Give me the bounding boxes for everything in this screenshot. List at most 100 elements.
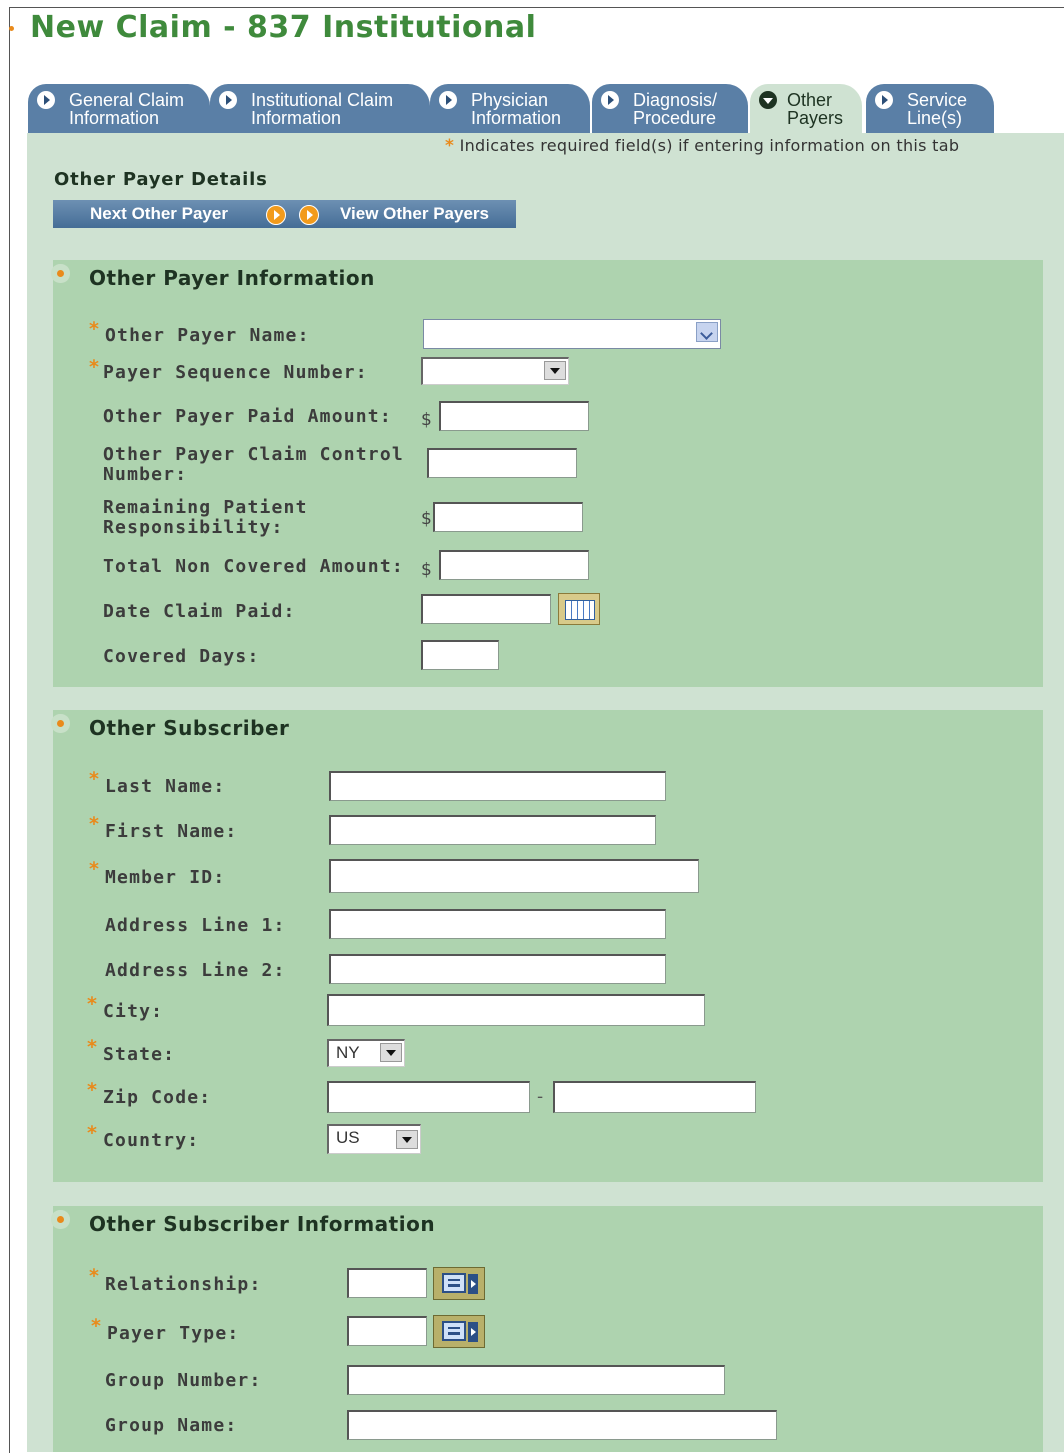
section-bullet-icon (57, 720, 64, 727)
calendar-icon[interactable] (558, 593, 600, 625)
tab-institutional-claim[interactable]: Institutional Claim Information (210, 84, 430, 133)
section-heading-other-payer-details: Other Payer Details (54, 169, 268, 190)
tab-bar: General Claim Information Institutional … (24, 84, 1064, 134)
other-payer-paid-amount-label: Other Payer Paid Amount: (103, 406, 392, 427)
section-other-payer-information: Other Payer Information * Other Payer Na… (53, 260, 1043, 687)
member-id-label: Member ID: (105, 867, 226, 888)
arrow-circle-icon (439, 91, 457, 109)
view-other-payers-button[interactable]: View Other Payers (340, 204, 489, 224)
payer-sequence-number-label: Payer Sequence Number: (103, 362, 368, 383)
other-payer-name-select[interactable] (423, 319, 721, 349)
remaining-patient-responsibility-label: Remaining Patient Responsibility: (103, 497, 308, 538)
zip-code-label: Zip Code: (103, 1087, 212, 1108)
city-label: City: (103, 1001, 164, 1022)
other-payer-paid-amount-input[interactable] (439, 401, 589, 431)
arrow-circle-icon (37, 91, 55, 109)
lookup-icon[interactable] (433, 1267, 485, 1300)
dropdown-arrow-icon (380, 1043, 402, 1062)
required-star: * (89, 356, 99, 378)
section-title: Other Subscriber (89, 716, 290, 740)
required-star: * (89, 318, 99, 340)
group-number-input[interactable] (347, 1365, 725, 1395)
other-payer-claim-control-number-label: Other Payer Claim Control Number: (103, 444, 404, 485)
next-other-payer-button[interactable]: Next Other Payer (90, 204, 228, 224)
section-title: Other Subscriber Information (89, 1212, 436, 1236)
tab-other-payers[interactable]: Other Payers (750, 84, 862, 133)
currency-symbol: $ (421, 410, 432, 430)
arrow-circle-icon[interactable] (299, 205, 319, 225)
member-id-input[interactable] (329, 859, 699, 893)
arrow-circle-icon (219, 91, 237, 109)
payer-type-label: Payer Type: (107, 1323, 240, 1344)
section-title: Other Payer Information (89, 266, 375, 290)
required-star: * (89, 813, 99, 835)
chevron-down-icon (696, 322, 718, 342)
remaining-patient-responsibility-input[interactable] (433, 502, 583, 532)
tab-label: Other Payers (787, 90, 844, 128)
state-select[interactable]: NY (327, 1039, 405, 1067)
country-select[interactable]: US (327, 1124, 421, 1154)
tab-label: General Claim Information (69, 90, 185, 128)
arrow-circle-icon (875, 91, 893, 109)
dropdown-arrow-icon (396, 1130, 418, 1149)
currency-symbol: $ (421, 509, 432, 529)
required-star: * (87, 1079, 97, 1101)
payer-navigation-bar: Next Other Payer View Other Payers (53, 200, 516, 228)
zip-extension-input[interactable] (553, 1081, 756, 1113)
other-payer-claim-control-number-input[interactable] (427, 448, 577, 478)
payer-type-input[interactable] (347, 1316, 427, 1346)
arrow-circle-icon (601, 91, 619, 109)
dropdown-arrow-icon (544, 361, 566, 380)
covered-days-input[interactable] (421, 640, 499, 670)
city-input[interactable] (327, 994, 705, 1026)
arrow-circle-icon[interactable] (266, 205, 286, 225)
section-other-subscriber-information: Other Subscriber Information * Relations… (53, 1206, 1043, 1452)
tab-general-claim[interactable]: General Claim Information (28, 84, 210, 133)
tab-label: Physician Information (471, 90, 562, 128)
group-name-input[interactable] (347, 1410, 777, 1440)
required-star: * (87, 1122, 97, 1144)
tab-label: Diagnosis/ Procedure (633, 90, 718, 128)
required-note: * Indicates required field(s) if enterin… (445, 136, 959, 156)
zip-separator: - (537, 1087, 544, 1107)
required-star: * (87, 993, 97, 1015)
required-star: * (89, 768, 99, 790)
tab-physician[interactable]: Physician Information (430, 84, 590, 133)
address-line-2-input[interactable] (329, 954, 666, 984)
required-note-text: Indicates required field(s) if entering … (459, 136, 960, 155)
tab-service-lines[interactable]: Service Line(s) (866, 84, 994, 133)
date-claim-paid-input[interactable] (421, 594, 551, 624)
section-bullet-icon (57, 270, 64, 277)
page-title: New Claim - 837 Institutional (30, 10, 537, 45)
first-name-input[interactable] (329, 815, 656, 845)
total-non-covered-amount-input[interactable] (439, 550, 589, 580)
total-non-covered-amount-label: Total Non Covered Amount: (103, 556, 404, 577)
required-star: * (89, 1265, 99, 1287)
required-star: * (87, 1036, 97, 1058)
tab-label: Institutional Claim Information (251, 90, 394, 128)
required-star: * (91, 1315, 101, 1337)
zip-code-input[interactable] (327, 1081, 530, 1113)
country-label: Country: (103, 1130, 200, 1151)
address-line-2-label: Address Line 2: (105, 960, 286, 981)
currency-symbol: $ (421, 560, 432, 580)
other-payer-name-label: Other Payer Name: (105, 325, 310, 346)
arrow-down-circle-icon (759, 91, 777, 109)
relationship-input[interactable] (347, 1268, 427, 1298)
tab-diagnosis-procedure[interactable]: Diagnosis/ Procedure (592, 84, 748, 133)
last-name-input[interactable] (329, 771, 666, 801)
country-value: US (336, 1128, 360, 1147)
address-line-1-input[interactable] (329, 909, 666, 939)
address-line-1-label: Address Line 1: (105, 915, 286, 936)
lookup-icon[interactable] (433, 1315, 485, 1348)
payer-sequence-number-select[interactable] (421, 357, 569, 385)
section-bullet-icon (57, 1216, 64, 1223)
tab-label: Service Line(s) (907, 90, 968, 128)
state-value: NY (336, 1043, 360, 1062)
section-other-subscriber: Other Subscriber * Last Name: * First Na… (53, 710, 1043, 1182)
group-name-label: Group Name: (105, 1415, 238, 1436)
covered-days-label: Covered Days: (103, 646, 260, 667)
required-star: * (445, 136, 455, 156)
date-claim-paid-label: Date Claim Paid: (103, 601, 296, 622)
last-name-label: Last Name: (105, 776, 226, 797)
